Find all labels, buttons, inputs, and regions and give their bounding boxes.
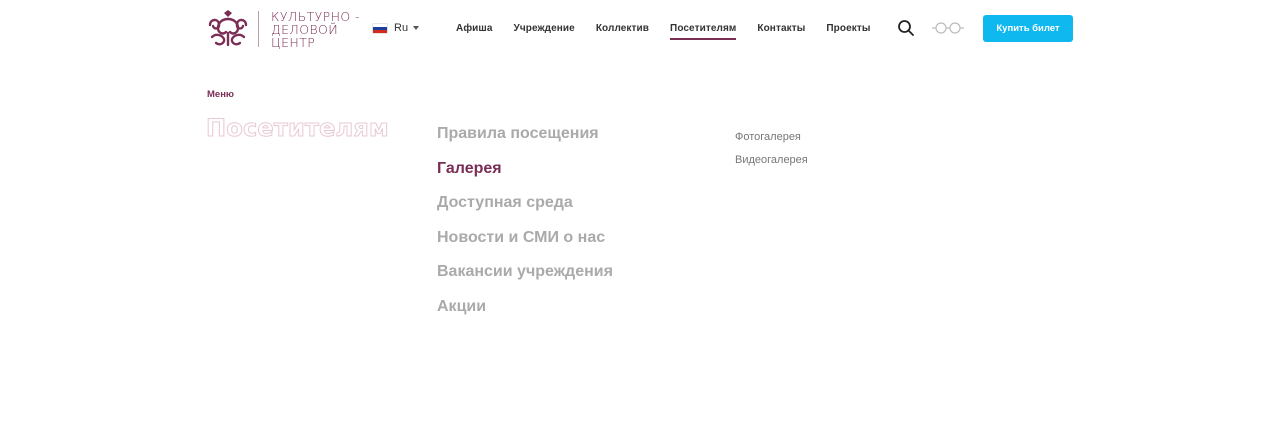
logo-line: Культурно - [271,8,360,24]
main-nav: Афиша Учреждение Коллектив Посетителям К… [456,23,870,40]
nav-item-projects[interactable]: Проекты [826,23,870,40]
logo-divider [258,11,259,47]
ornament-logo-icon [208,10,248,47]
logo-line: деловой [271,21,339,37]
russian-flag-icon [373,23,387,33]
buy-ticket-button[interactable]: Купить билет [983,15,1073,42]
gallery-sublinks: Фотогалерея Видеогалерея [735,130,808,176]
logo-line: центр [271,34,316,50]
nav-item-contacts[interactable]: Контакты [757,23,805,40]
language-label: Ru [394,22,409,34]
language-selector[interactable]: Ru [373,22,420,34]
nav-item-institution[interactable]: Учреждение [514,23,575,40]
submenu-item-promotions[interactable]: Акции [437,297,613,332]
nav-item-afisha[interactable]: Афиша [456,23,493,40]
nav-item-visitors[interactable]: Посетителям [670,23,737,40]
search-icon[interactable] [897,19,915,37]
breadcrumb[interactable]: Меню [207,89,234,100]
glasses-icon[interactable] [931,21,965,35]
submenu-item-vacancies[interactable]: Вакансии учреждения [437,262,613,297]
site-logo[interactable]: Культурно - деловой центр [206,8,366,50]
sublink-video-gallery[interactable]: Видеогалерея [735,153,808,176]
submenu-item-gallery[interactable]: Галерея [437,159,613,194]
logo-text: Культурно - деловой центр [271,10,360,49]
sublink-photo-gallery[interactable]: Фотогалерея [735,130,808,153]
visitors-submenu: Правила посещения Галерея Доступная сред… [437,124,613,331]
submenu-item-accessible-environment[interactable]: Доступная среда [437,193,613,228]
chevron-down-icon [413,26,420,30]
section-title: Посетителям [206,114,390,143]
nav-item-team[interactable]: Коллектив [596,23,649,40]
submenu-item-news[interactable]: Новости и СМИ о нас [437,228,613,263]
page: Культурно - деловой центр Ru Афиша Учреж… [0,0,1280,433]
submenu-item-rules[interactable]: Правила посещения [437,124,613,159]
